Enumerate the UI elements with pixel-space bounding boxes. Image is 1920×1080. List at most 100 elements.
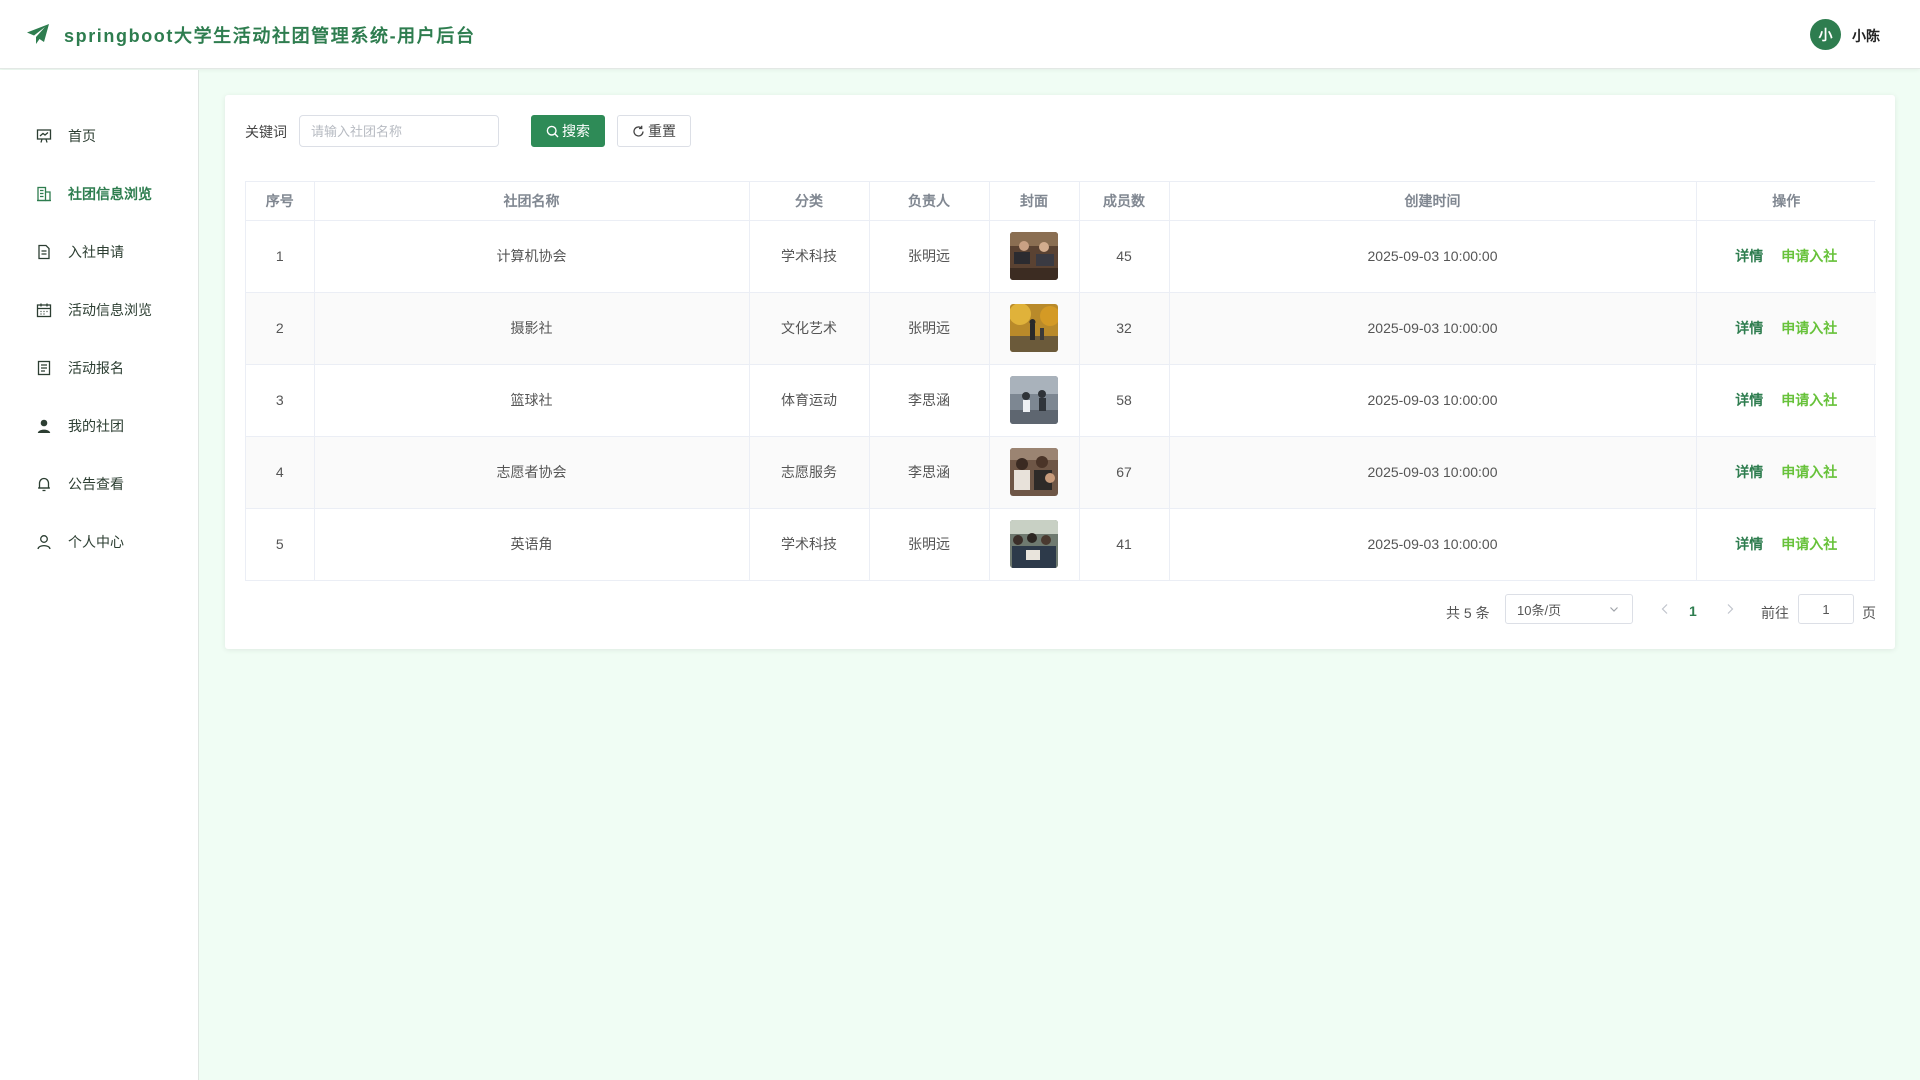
page-size-select[interactable]: 10条/页 — [1505, 594, 1633, 624]
cover-image[interactable] — [1010, 520, 1058, 569]
cell-actions: 详情 申请入社 — [1696, 436, 1876, 509]
club-table: 序号 社团名称 分类 负责人 封面 成员数 创建时间 操作 1 计算机协会 学术… — [245, 181, 1876, 581]
column-header: 负责人 — [869, 182, 990, 221]
cell-members: 41 — [1079, 508, 1170, 580]
sidebar-item-club-browse[interactable]: 社团信息浏览 — [0, 174, 199, 214]
cell-members: 67 — [1079, 436, 1170, 509]
search-icon — [546, 125, 559, 137]
sidebar-item-my-clubs[interactable]: 我的社团 — [0, 406, 199, 446]
column-header: 分类 — [749, 182, 870, 221]
cell-index: 5 — [246, 508, 315, 580]
cell-leader: 李思涵 — [869, 436, 990, 509]
search-button[interactable]: 搜索 — [531, 115, 605, 147]
cell-leader: 张明远 — [869, 220, 990, 293]
presentation-board-icon — [35, 127, 53, 145]
table-row: 1 计算机协会 学术科技 张明远 45 2025-09-03 10:00:00 … — [246, 220, 1876, 293]
refresh-icon — [633, 125, 644, 137]
cell-leader: 张明远 — [869, 508, 990, 580]
club-list-card: 关键词 搜索 重置 序号 社团名称 分类 负责人 封面 — [225, 95, 1895, 649]
apply-join-link[interactable]: 申请入社 — [1781, 392, 1837, 408]
sidebar-item-label: 公告查看 — [68, 476, 124, 492]
cell-leader: 张明远 — [869, 292, 990, 365]
search-input[interactable] — [299, 115, 499, 147]
column-header: 成员数 — [1079, 182, 1170, 221]
sidebar-item-label: 社团信息浏览 — [68, 186, 152, 202]
user-avatar[interactable]: 小 — [1810, 19, 1841, 50]
cover-image[interactable] — [1010, 376, 1058, 424]
column-header: 创建时间 — [1169, 182, 1697, 221]
detail-link[interactable]: 详情 — [1735, 320, 1763, 336]
chevron-left-icon[interactable] — [1657, 601, 1673, 617]
user-name[interactable]: 小陈 — [1852, 26, 1880, 46]
building-icon — [35, 185, 53, 203]
document-icon — [35, 243, 53, 261]
cell-created: 2025-09-03 10:00:00 — [1169, 508, 1697, 580]
table-header-row: 序号 社团名称 分类 负责人 封面 成员数 创建时间 操作 — [246, 182, 1876, 221]
sidebar-item-activity-signup[interactable]: 活动报名 — [0, 348, 199, 388]
cell-cover — [989, 220, 1080, 293]
cover-image[interactable] — [1010, 304, 1058, 352]
cell-club-name: 英语角 — [314, 508, 750, 580]
cell-cover — [989, 508, 1080, 580]
cell-cover — [989, 364, 1080, 437]
sidebar-item-activity-browse[interactable]: 活动信息浏览 — [0, 290, 199, 330]
page-jump-input[interactable] — [1798, 594, 1854, 624]
detail-link[interactable]: 详情 — [1735, 464, 1763, 480]
sidebar-item-profile[interactable]: 个人中心 — [0, 522, 199, 562]
sidebar-item-label: 入社申请 — [68, 244, 124, 260]
goto-label: 前往 — [1761, 605, 1789, 621]
page-number-current[interactable]: 1 — [1689, 603, 1697, 619]
cover-image[interactable] — [1010, 232, 1058, 280]
chevron-down-icon — [1610, 607, 1618, 612]
sidebar-item-join-apply[interactable]: 入社申请 — [0, 232, 199, 272]
cell-category: 体育运动 — [749, 364, 870, 437]
cell-index: 4 — [246, 436, 315, 509]
column-header: 社团名称 — [314, 182, 750, 221]
cell-actions: 详情 申请入社 — [1696, 292, 1876, 365]
cell-members: 58 — [1079, 364, 1170, 437]
cell-club-name: 计算机协会 — [314, 220, 750, 293]
page-suffix-label: 页 — [1862, 605, 1876, 621]
apply-join-link[interactable]: 申请入社 — [1781, 320, 1837, 336]
cell-club-name: 摄影社 — [314, 292, 750, 365]
apply-join-link[interactable]: 申请入社 — [1781, 536, 1837, 552]
sidebar-item-label: 活动信息浏览 — [68, 302, 152, 318]
sidebar-item-notices[interactable]: 公告查看 — [0, 464, 199, 504]
cell-index: 2 — [246, 292, 315, 365]
cover-image[interactable] — [1010, 448, 1058, 496]
bell-icon — [35, 475, 53, 493]
chevron-right-icon[interactable] — [1722, 601, 1738, 617]
cell-leader: 李思涵 — [869, 364, 990, 437]
cell-category: 文化艺术 — [749, 292, 870, 365]
cell-category: 志愿服务 — [749, 436, 870, 509]
sidebar-item-label: 活动报名 — [68, 360, 124, 376]
detail-link[interactable]: 详情 — [1735, 248, 1763, 264]
calendar-icon — [35, 301, 53, 319]
keyword-label: 关键词 — [245, 124, 287, 140]
top-header: springboot大学生活动社团管理系统-用户后台 小 小陈 — [0, 0, 1920, 69]
table-row: 5 英语角 学术科技 张明远 41 2025-09-03 10:00:00 详情… — [246, 508, 1876, 580]
sidebar: 首页 社团信息浏览 入社申请 活动信息浏览 活动报名 我的社团 公告查看 个人中… — [0, 70, 199, 1080]
cell-created: 2025-09-03 10:00:00 — [1169, 364, 1697, 437]
sidebar-item-label: 我的社团 — [68, 418, 124, 434]
detail-link[interactable]: 详情 — [1735, 392, 1763, 408]
cell-cover — [989, 292, 1080, 365]
apply-join-link[interactable]: 申请入社 — [1781, 248, 1837, 264]
app-title: springboot大学生活动社团管理系统-用户后台 — [64, 26, 476, 46]
search-button-label: 搜索 — [562, 123, 590, 139]
cell-members: 45 — [1079, 220, 1170, 293]
reset-button[interactable]: 重置 — [617, 115, 691, 147]
sidebar-item-home[interactable]: 首页 — [0, 116, 199, 156]
sidebar-item-label: 首页 — [68, 128, 96, 144]
column-header: 封面 — [989, 182, 1080, 221]
cell-index: 3 — [246, 364, 315, 437]
cell-actions: 详情 申请入社 — [1696, 508, 1876, 580]
detail-link[interactable]: 详情 — [1735, 536, 1763, 552]
user-outline-icon — [35, 533, 53, 551]
page-size-value: 10条/页 — [1517, 602, 1562, 618]
cell-actions: 详情 申请入社 — [1696, 364, 1876, 437]
table-row: 4 志愿者协会 志愿服务 李思涵 67 2025-09-03 10:00:00 … — [246, 436, 1876, 509]
table-row: 2 摄影社 文化艺术 张明远 32 2025-09-03 10:00:00 详情… — [246, 292, 1876, 365]
apply-join-link[interactable]: 申请入社 — [1781, 464, 1837, 480]
cell-index: 1 — [246, 220, 315, 293]
